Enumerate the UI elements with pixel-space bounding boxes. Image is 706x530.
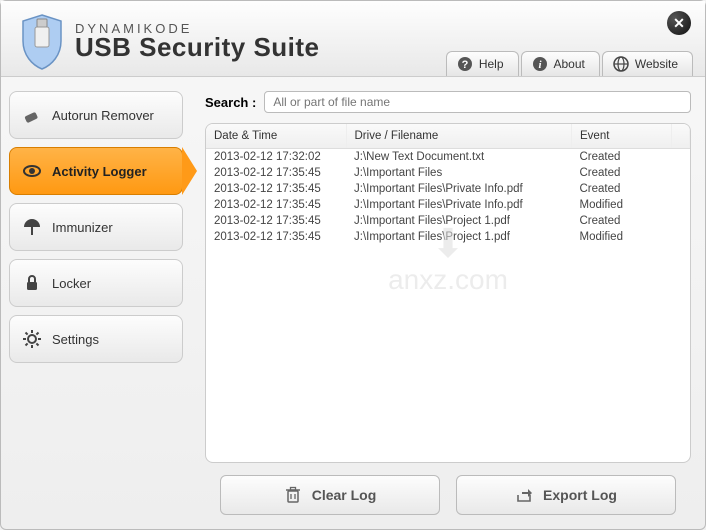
close-button[interactable]: ✕ <box>667 11 691 35</box>
col-datetime[interactable]: Date & Time <box>206 124 346 149</box>
table-row[interactable]: 2013-02-12 17:35:45J:\Important Files\Pr… <box>206 213 690 229</box>
log-table-container: Date & Time Drive / Filename Event 2013-… <box>205 123 691 463</box>
export-log-button[interactable]: Export Log <box>456 475 676 515</box>
col-spacer <box>672 124 690 149</box>
sidebar-label: Locker <box>52 276 91 291</box>
cell-event: Created <box>572 181 672 197</box>
cell-event: Created <box>572 149 672 166</box>
cell-drive: J:\Important Files\Private Info.pdf <box>346 197 572 213</box>
cell-drive: J:\Important Files\Private Info.pdf <box>346 181 572 197</box>
col-drive[interactable]: Drive / Filename <box>346 124 572 149</box>
watermark-text: anxz.com <box>388 264 508 295</box>
sidebar-item-settings[interactable]: Settings <box>9 315 183 363</box>
cell-drive: J:\New Text Document.txt <box>346 149 572 166</box>
cell-datetime: 2013-02-12 17:35:45 <box>206 165 346 181</box>
main-panel: Search : Date & Time Drive / Filename Ev… <box>183 77 705 529</box>
sidebar-item-immunizer[interactable]: Immunizer <box>9 203 183 251</box>
table-row[interactable]: 2013-02-12 17:32:02J:\New Text Document.… <box>206 149 690 166</box>
eye-icon <box>22 161 42 181</box>
table-row[interactable]: 2013-02-12 17:35:45J:\Important FilesCre… <box>206 165 690 181</box>
about-tab[interactable]: i About <box>521 51 600 76</box>
cell-event: Created <box>572 213 672 229</box>
clear-log-button[interactable]: Clear Log <box>220 475 440 515</box>
cell-datetime: 2013-02-12 17:35:45 <box>206 181 346 197</box>
cell-datetime: 2013-02-12 17:35:45 <box>206 229 346 245</box>
website-label: Website <box>635 57 678 71</box>
table-row[interactable]: 2013-02-12 17:35:45J:\Important Files\Pr… <box>206 197 690 213</box>
clear-log-label: Clear Log <box>312 487 377 503</box>
footer-buttons: Clear Log Export Log <box>205 475 691 515</box>
cell-drive: J:\Important Files\Project 1.pdf <box>346 213 572 229</box>
sidebar-label: Settings <box>52 332 99 347</box>
shield-usb-icon <box>19 13 65 71</box>
export-icon <box>515 486 533 504</box>
sidebar-item-locker[interactable]: Locker <box>9 259 183 307</box>
globe-icon <box>613 56 629 72</box>
help-tab[interactable]: ? Help <box>446 51 519 76</box>
lock-icon <box>22 273 42 293</box>
search-input[interactable] <box>264 91 691 113</box>
help-icon: ? <box>457 56 473 72</box>
info-icon: i <box>532 56 548 72</box>
cell-drive: J:\Important Files\Project 1.pdf <box>346 229 572 245</box>
export-log-label: Export Log <box>543 487 617 503</box>
cell-datetime: 2013-02-12 17:32:02 <box>206 149 346 166</box>
sidebar-item-activity-logger[interactable]: Activity Logger <box>9 147 183 195</box>
sidebar: Autorun Remover Activity Logger Immunize… <box>1 77 183 529</box>
app-header: DYNAMIKODE USB Security Suite ✕ ? Help i… <box>1 1 705 77</box>
sidebar-label: Activity Logger <box>52 164 147 179</box>
search-label: Search : <box>205 95 256 110</box>
cell-drive: J:\Important Files <box>346 165 572 181</box>
sidebar-item-autorun-remover[interactable]: Autorun Remover <box>9 91 183 139</box>
trash-icon <box>284 486 302 504</box>
cell-datetime: 2013-02-12 17:35:45 <box>206 197 346 213</box>
col-event[interactable]: Event <box>572 124 672 149</box>
website-tab[interactable]: Website <box>602 51 693 76</box>
table-row[interactable]: 2013-02-12 17:35:45J:\Important Files\Pr… <box>206 181 690 197</box>
sidebar-label: Autorun Remover <box>52 108 154 123</box>
help-label: Help <box>479 57 504 71</box>
log-table: Date & Time Drive / Filename Event 2013-… <box>206 124 690 245</box>
about-label: About <box>554 57 585 71</box>
search-row: Search : <box>205 91 691 113</box>
umbrella-icon <box>22 217 42 237</box>
gear-icon <box>22 329 42 349</box>
cell-datetime: 2013-02-12 17:35:45 <box>206 213 346 229</box>
cell-event: Modified <box>572 229 672 245</box>
cell-event: Created <box>572 165 672 181</box>
eraser-icon <box>22 105 42 125</box>
main-layout: Autorun Remover Activity Logger Immunize… <box>1 77 705 529</box>
sidebar-label: Immunizer <box>52 220 113 235</box>
table-row[interactable]: 2013-02-12 17:35:45J:\Important Files\Pr… <box>206 229 690 245</box>
app-window: DYNAMIKODE USB Security Suite ✕ ? Help i… <box>0 0 706 530</box>
header-tabs: ? Help i About Website <box>446 51 693 76</box>
cell-event: Modified <box>572 197 672 213</box>
svg-text:?: ? <box>461 59 468 71</box>
